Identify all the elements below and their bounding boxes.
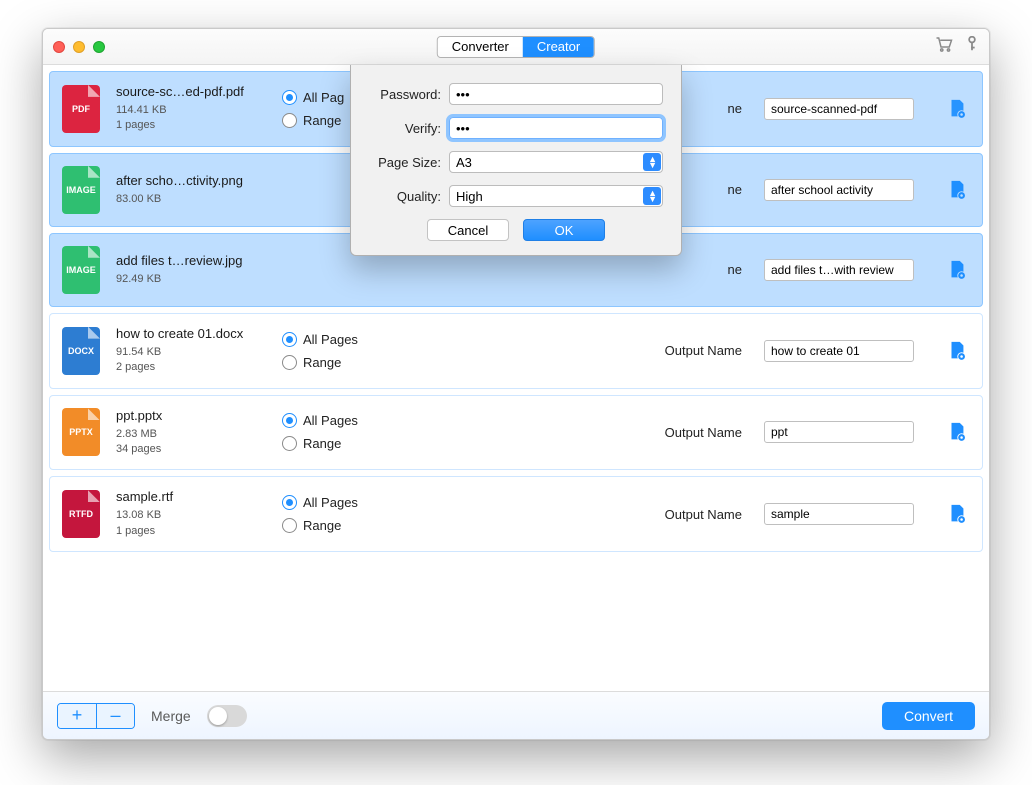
merge-label: Merge — [151, 708, 191, 724]
output-name-input[interactable] — [764, 503, 914, 525]
page-size-select[interactable]: A3 ▲▼ — [449, 151, 663, 173]
output-name-input[interactable] — [764, 259, 914, 281]
settings-icon[interactable] — [946, 98, 968, 120]
radio-label: Range — [303, 355, 341, 370]
output-name-input[interactable] — [764, 421, 914, 443]
file-type-icon: IMAGE — [62, 246, 100, 294]
radio-range[interactable] — [282, 355, 297, 370]
file-pages: 1 pages — [116, 118, 266, 133]
window-controls — [53, 41, 105, 53]
output-name-label: Output Name — [665, 507, 742, 522]
radio-label: Range — [303, 113, 341, 128]
settings-icon[interactable] — [946, 340, 968, 362]
convert-button[interactable]: Convert — [882, 702, 975, 730]
merge-toggle[interactable] — [207, 705, 247, 727]
radio-all-pages[interactable] — [282, 413, 297, 428]
page-size-label: Page Size: — [369, 155, 441, 170]
radio-label: All Pages — [303, 495, 358, 510]
chevron-updown-icon: ▲▼ — [648, 190, 657, 202]
file-size: 91.54 KB — [116, 345, 266, 360]
remove-button[interactable]: – — [96, 704, 134, 728]
titlebar: Converter Creator — [43, 29, 989, 65]
file-size: 13.08 KB — [116, 508, 266, 523]
settings-icon[interactable] — [946, 259, 968, 281]
settings-icon[interactable] — [946, 179, 968, 201]
cart-icon[interactable] — [935, 36, 953, 57]
output-name-label: ne — [728, 262, 742, 277]
file-type-icon: RTFD — [62, 490, 100, 538]
radio-all-pages[interactable] — [282, 332, 297, 347]
mode-tabs: Converter Creator — [437, 36, 595, 58]
password-label: Password: — [369, 87, 441, 102]
file-pages: 1 pages — [116, 524, 266, 539]
radio-range[interactable] — [282, 436, 297, 451]
file-pages: 34 pages — [116, 442, 266, 457]
quality-label: Quality: — [369, 189, 441, 204]
file-pages: 2 pages — [116, 360, 266, 375]
list-item[interactable]: RTFD sample.rtf 13.08 KB 1 pages All Pag… — [49, 476, 983, 552]
footer: + – Merge Convert — [43, 691, 989, 739]
close-icon[interactable] — [53, 41, 65, 53]
verify-input[interactable] — [449, 117, 663, 139]
verify-label: Verify: — [369, 121, 441, 136]
tab-converter[interactable]: Converter — [438, 37, 523, 57]
ok-button[interactable]: OK — [523, 219, 605, 241]
app-window: Converter Creator PDF source-sc…ed-pdf.p… — [42, 28, 990, 740]
quality-select[interactable]: High ▲▼ — [449, 185, 663, 207]
radio-label: All Pages — [303, 413, 358, 428]
cancel-button[interactable]: Cancel — [427, 219, 509, 241]
file-type-icon: PDF — [62, 85, 100, 133]
key-icon[interactable] — [965, 36, 979, 57]
radio-label: Range — [303, 518, 341, 533]
maximize-icon[interactable] — [93, 41, 105, 53]
select-value: A3 — [456, 155, 472, 170]
output-name-label: Output Name — [665, 343, 742, 358]
file-type-icon: DOCX — [62, 327, 100, 375]
file-name: ppt.pptx — [116, 408, 266, 423]
output-name-label: Output Name — [665, 425, 742, 440]
chevron-updown-icon: ▲▼ — [648, 156, 657, 168]
file-name: sample.rtf — [116, 489, 266, 504]
password-input[interactable] — [449, 83, 663, 105]
radio-all-pages[interactable] — [282, 90, 297, 105]
file-name: after scho…ctivity.png — [116, 173, 266, 188]
minimize-icon[interactable] — [73, 41, 85, 53]
select-value: High — [456, 189, 483, 204]
list-item[interactable]: DOCX how to create 01.docx 91.54 KB 2 pa… — [49, 313, 983, 389]
output-name-input[interactable] — [764, 340, 914, 362]
radio-label: All Pag — [303, 90, 344, 105]
output-name-input[interactable] — [764, 179, 914, 201]
file-size: 2.83 MB — [116, 427, 266, 442]
settings-icon[interactable] — [946, 503, 968, 525]
radio-range[interactable] — [282, 113, 297, 128]
file-size: 83.00 KB — [116, 192, 266, 207]
add-button[interactable]: + — [58, 704, 96, 728]
file-size: 92.49 KB — [116, 272, 266, 287]
output-name-label: ne — [728, 101, 742, 116]
radio-range[interactable] — [282, 518, 297, 533]
radio-label: All Pages — [303, 332, 358, 347]
output-name-input[interactable] — [764, 98, 914, 120]
add-remove-group: + – — [57, 703, 135, 729]
settings-icon[interactable] — [946, 421, 968, 443]
file-name: source-sc…ed-pdf.pdf — [116, 84, 266, 99]
file-name: add files t…review.jpg — [116, 253, 266, 268]
file-size: 114.41 KB — [116, 103, 266, 118]
file-type-icon: IMAGE — [62, 166, 100, 214]
output-name-label: ne — [728, 182, 742, 197]
tab-creator[interactable]: Creator — [523, 37, 594, 57]
radio-label: Range — [303, 436, 341, 451]
file-name: how to create 01.docx — [116, 326, 266, 341]
settings-dialog: Password: Verify: Page Size: A3 ▲▼ Quali… — [350, 65, 682, 256]
file-type-icon: PPTX — [62, 408, 100, 456]
list-item[interactable]: PPTX ppt.pptx 2.83 MB 34 pages All Pages… — [49, 395, 983, 471]
radio-all-pages[interactable] — [282, 495, 297, 510]
